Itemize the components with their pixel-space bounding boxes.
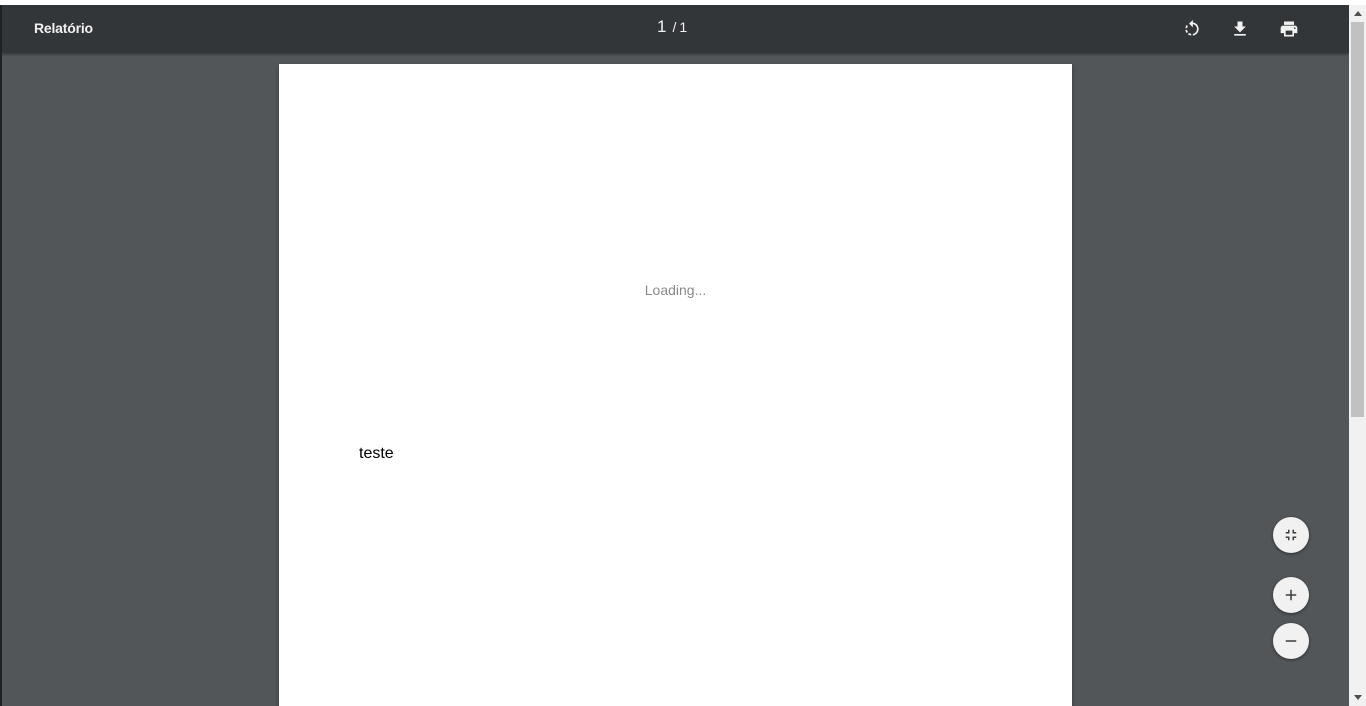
page-counter: 1/1 (657, 17, 687, 37)
scroll-down-arrow[interactable] (1349, 689, 1366, 706)
download-button[interactable] (1228, 17, 1252, 41)
zoom-in-button[interactable] (1273, 577, 1309, 613)
rotate-button[interactable] (1180, 17, 1204, 41)
triangle-down-icon (1353, 695, 1362, 700)
page-separator: / (672, 19, 677, 35)
page-body-text: teste (359, 445, 394, 462)
scrollbar-thumb[interactable] (1351, 22, 1364, 417)
document-title: Relatório (34, 20, 93, 36)
pdf-viewer-window: Relatório 1/1 Loading... teste (0, 0, 1366, 706)
print-icon (1280, 21, 1298, 37)
minus-icon (1285, 640, 1297, 642)
vertical-scrollbar[interactable] (1349, 5, 1366, 706)
triangle-up-icon (1353, 11, 1362, 16)
viewer-toolbar: Relatório 1/1 (2, 5, 1349, 53)
page-total: 1 (679, 19, 688, 35)
loading-text: Loading... (644, 282, 707, 298)
pdf-viewer: Relatório 1/1 Loading... teste (2, 5, 1349, 706)
fit-to-page-icon (1285, 529, 1297, 541)
plus-icon (1285, 589, 1297, 601)
page-number-input[interactable]: 1 (657, 17, 666, 36)
print-button[interactable] (1277, 17, 1301, 41)
fit-to-page-button[interactable] (1273, 517, 1309, 553)
download-icon (1234, 21, 1246, 36)
pdf-page: Loading... teste (279, 64, 1072, 706)
zoom-out-button[interactable] (1273, 623, 1309, 659)
scroll-up-arrow[interactable] (1349, 5, 1366, 22)
rotate-icon (1185, 19, 1199, 36)
